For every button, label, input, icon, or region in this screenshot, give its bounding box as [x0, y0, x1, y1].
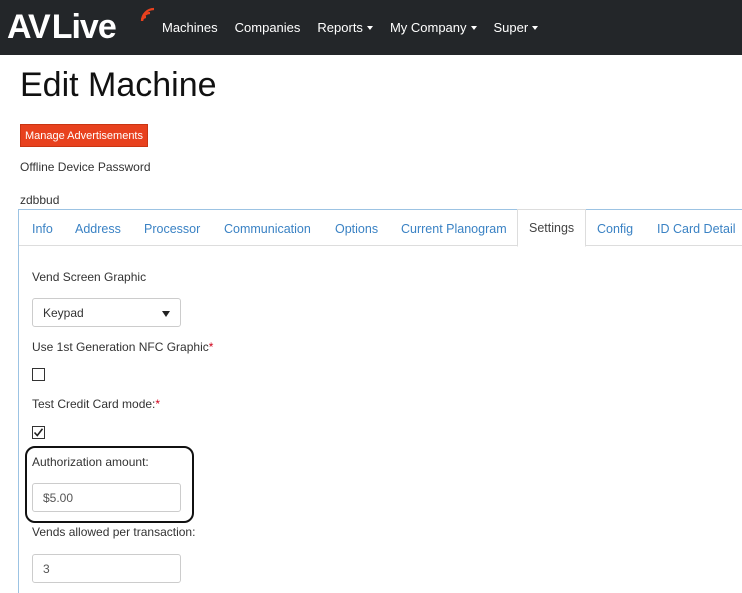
machine-tabs: Info Address Processor Communication Opt… [18, 209, 742, 247]
caret-down-icon [470, 25, 477, 30]
tab-id-card-detail[interactable]: ID Card Detail [657, 210, 736, 247]
nav-item-reports[interactable]: Reports [317, 20, 373, 35]
tab-address[interactable]: Address [75, 210, 121, 247]
offline-password-label: Offline Device Password [20, 160, 151, 174]
test-credit-card-label: Test Credit Card mode:* [32, 397, 160, 411]
nav-item-label: Reports [317, 20, 363, 35]
test-credit-card-checkbox[interactable] [32, 426, 45, 439]
tab-communication[interactable]: Communication [224, 210, 311, 247]
nav-item-label: Super [493, 20, 529, 35]
dropdown-arrow-icon [162, 311, 170, 317]
signal-icon [140, 7, 155, 22]
tab-info[interactable]: Info [32, 210, 53, 247]
nav-item-label: Machines [162, 20, 218, 35]
required-mark: * [155, 397, 161, 411]
checkmark-icon [33, 428, 44, 437]
authorization-amount-input[interactable]: $5.00 [32, 483, 181, 512]
page-title: Edit Machine [20, 66, 217, 104]
nfc-graphic-label-text: Use 1st Generation NFC Graphic [32, 340, 209, 354]
required-mark: * [208, 340, 214, 354]
nav-item-super[interactable]: Super [494, 20, 539, 35]
vend-screen-graphic-value: Keypad [43, 305, 84, 320]
test-credit-card-label-text: Test Credit Card mode: [32, 397, 156, 411]
nav-item-label: My Company [389, 20, 467, 35]
brand-name-right: Live [51, 8, 117, 46]
vends-allowed-input[interactable]: 3 [32, 554, 181, 583]
manage-advertisements-button[interactable]: Manage Advertisements [20, 124, 148, 147]
tab-config[interactable]: Config [597, 210, 633, 247]
tab-options[interactable]: Options [335, 210, 378, 247]
caret-down-icon [532, 25, 539, 30]
vends-allowed-label: Vends allowed per transaction: [32, 525, 196, 539]
brand-name-left: AV [7, 8, 51, 46]
nfc-graphic-checkbox[interactable] [32, 368, 45, 381]
authorization-amount-label: Authorization amount: [32, 455, 149, 469]
tab-current-planogram[interactable]: Current Planogram [401, 210, 507, 247]
brand-logo[interactable]: AV Live [7, 5, 155, 49]
vend-screen-graphic-select[interactable]: Keypad [32, 298, 181, 327]
top-navbar: AV Live Machines Companies Reports My Co… [0, 0, 742, 55]
nav-item-companies[interactable]: Companies [235, 20, 301, 35]
nav-item-my-company[interactable]: My Company [390, 20, 477, 35]
nav-item-label: Companies [234, 20, 301, 35]
tab-processor[interactable]: Processor [144, 210, 200, 247]
panel-border [18, 245, 19, 593]
offline-password-value: zdbbud [20, 193, 60, 207]
nfc-graphic-label: Use 1st Generation NFC Graphic* [32, 340, 213, 354]
vend-screen-graphic-label: Vend Screen Graphic [32, 270, 147, 284]
nav-item-machines[interactable]: Machines [162, 20, 218, 35]
nav-menu: Machines Companies Reports My Company Su… [162, 0, 555, 55]
caret-down-icon [366, 25, 373, 30]
tab-settings[interactable]: Settings [517, 209, 587, 247]
